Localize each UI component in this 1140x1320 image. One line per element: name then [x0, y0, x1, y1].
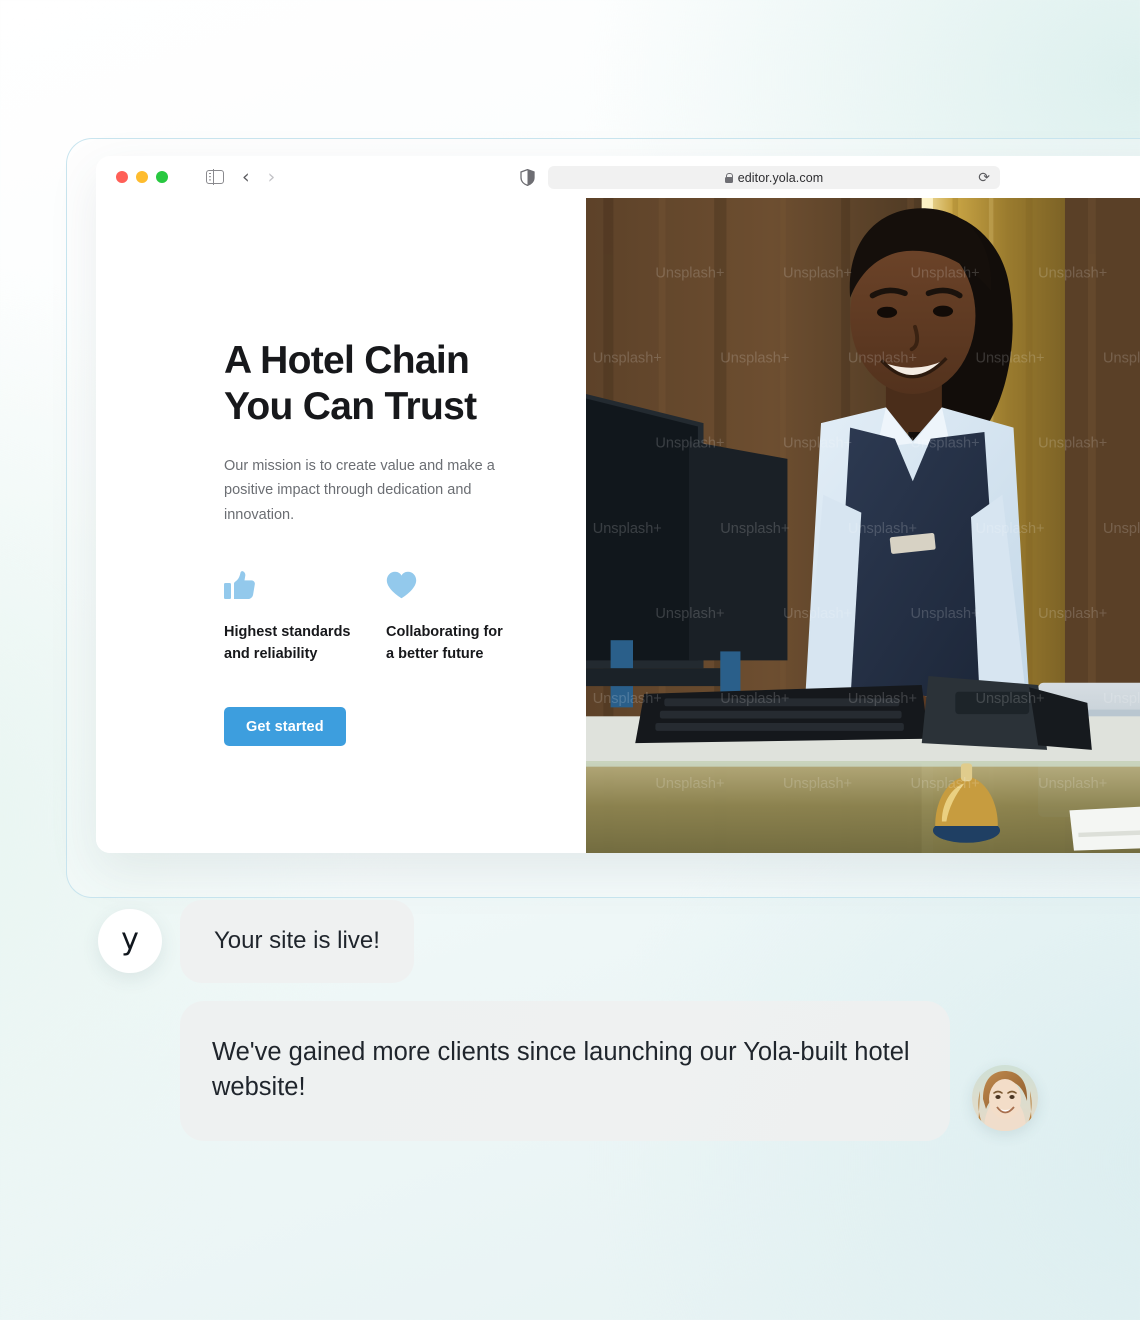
address-bar[interactable]: editor.yola.com ⟳: [548, 166, 1000, 189]
heart-icon: [386, 571, 548, 601]
reload-icon[interactable]: ⟳: [978, 170, 990, 186]
svg-text:Unsplash+: Unsplash+: [1038, 606, 1107, 622]
svg-text:Unsplash+: Unsplash+: [783, 606, 852, 622]
hero-text-column: A Hotel Chain You Can Trust Our mission …: [96, 198, 586, 853]
svg-text:Unsplash+: Unsplash+: [911, 266, 980, 282]
svg-text:Unsplash+: Unsplash+: [593, 351, 662, 367]
svg-text:Unsplash+: Unsplash+: [1103, 691, 1140, 707]
svg-text:Unsplash+: Unsplash+: [720, 351, 789, 367]
svg-text:Unsplash+: Unsplash+: [593, 521, 662, 537]
minimize-window-button[interactable]: [136, 171, 148, 183]
svg-text:Unsplash+: Unsplash+: [975, 351, 1044, 367]
testimonial-chat: y Your site is live! We've gained more c…: [0, 900, 1140, 1142]
svg-text:Unsplash+: Unsplash+: [848, 521, 917, 537]
chat-bubble-customer: We've gained more clients since launchin…: [180, 1000, 950, 1142]
sidebar-toggle-icon[interactable]: [206, 169, 224, 185]
svg-text:Unsplash+: Unsplash+: [911, 776, 980, 792]
svg-text:Unsplash+: Unsplash+: [655, 266, 724, 282]
thumbs-up-icon: [224, 571, 386, 601]
forward-arrow-icon[interactable]: ›: [268, 167, 276, 187]
shield-privacy-icon[interactable]: [520, 169, 535, 186]
maximize-window-button[interactable]: [156, 171, 168, 183]
browser-nav-controls: ‹ ›: [206, 167, 276, 187]
svg-text:Unsplash+: Unsplash+: [720, 691, 789, 707]
hero-subtitle: Our mission is to create value and make …: [224, 458, 495, 523]
svg-text:Unsplash+: Unsplash+: [975, 521, 1044, 537]
svg-text:Unsplash+: Unsplash+: [911, 606, 980, 622]
feature-label: Collaborating for a better future: [386, 624, 503, 663]
svg-text:Unsplash+: Unsplash+: [655, 776, 724, 792]
svg-text:Unsplash+: Unsplash+: [655, 436, 724, 452]
get-started-button[interactable]: Get started: [224, 707, 346, 747]
svg-text:Unsplash+: Unsplash+: [848, 691, 917, 707]
svg-text:Unsplash+: Unsplash+: [783, 436, 852, 452]
svg-text:Unsplash+: Unsplash+: [1038, 436, 1107, 452]
svg-text:Unsplash+: Unsplash+: [783, 266, 852, 282]
svg-text:Unsplash+: Unsplash+: [1103, 521, 1140, 537]
page-title: A Hotel Chain You Can Trust: [224, 339, 477, 429]
svg-text:Unsplash+: Unsplash+: [593, 691, 662, 707]
back-arrow-icon[interactable]: ‹: [242, 167, 250, 187]
svg-text:Unsplash+: Unsplash+: [655, 606, 724, 622]
website-preview: A Hotel Chain You Can Trust Our mission …: [96, 198, 1140, 853]
chat-bubble-brand: Your site is live!: [180, 900, 414, 983]
address-bar-url: editor.yola.com: [737, 170, 824, 185]
svg-text:Unsplash+: Unsplash+: [975, 691, 1044, 707]
browser-toolbar: ‹ › editor.yola.com ⟳: [96, 156, 1140, 198]
lock-icon: [724, 172, 734, 183]
svg-text:Unsplash+: Unsplash+: [1038, 266, 1107, 282]
feature-item: Collaborating for a better future: [386, 571, 548, 665]
svg-text:Unsplash+: Unsplash+: [911, 436, 980, 452]
svg-text:Unsplash+: Unsplash+: [1038, 776, 1107, 792]
chat-message-row: We've gained more clients since launchin…: [0, 1000, 1140, 1142]
feature-label: Highest standards and reliability: [224, 624, 351, 663]
close-window-button[interactable]: [116, 171, 128, 183]
svg-text:Unsplash+: Unsplash+: [1103, 351, 1140, 367]
svg-text:Unsplash+: Unsplash+: [848, 351, 917, 367]
feature-item: Highest standards and reliability: [224, 571, 386, 665]
window-traffic-lights: [116, 171, 168, 183]
yola-logo-letter: y: [121, 921, 139, 957]
chat-message-row: y Your site is live!: [0, 900, 1140, 983]
hero-feature-list: Highest standards and reliability Collab…: [224, 571, 586, 665]
customer-avatar: [972, 1065, 1038, 1132]
svg-text:Unsplash+: Unsplash+: [783, 776, 852, 792]
svg-text:Unsplash+: Unsplash+: [720, 521, 789, 537]
yola-logo-avatar: y: [98, 909, 162, 974]
browser-window: ‹ › editor.yola.com ⟳ A Hotel Chain You …: [96, 156, 1140, 853]
hero-photo: Unsplash+ Unsplash+ Unsplash+ Unsplash+ Un…: [586, 198, 1140, 853]
